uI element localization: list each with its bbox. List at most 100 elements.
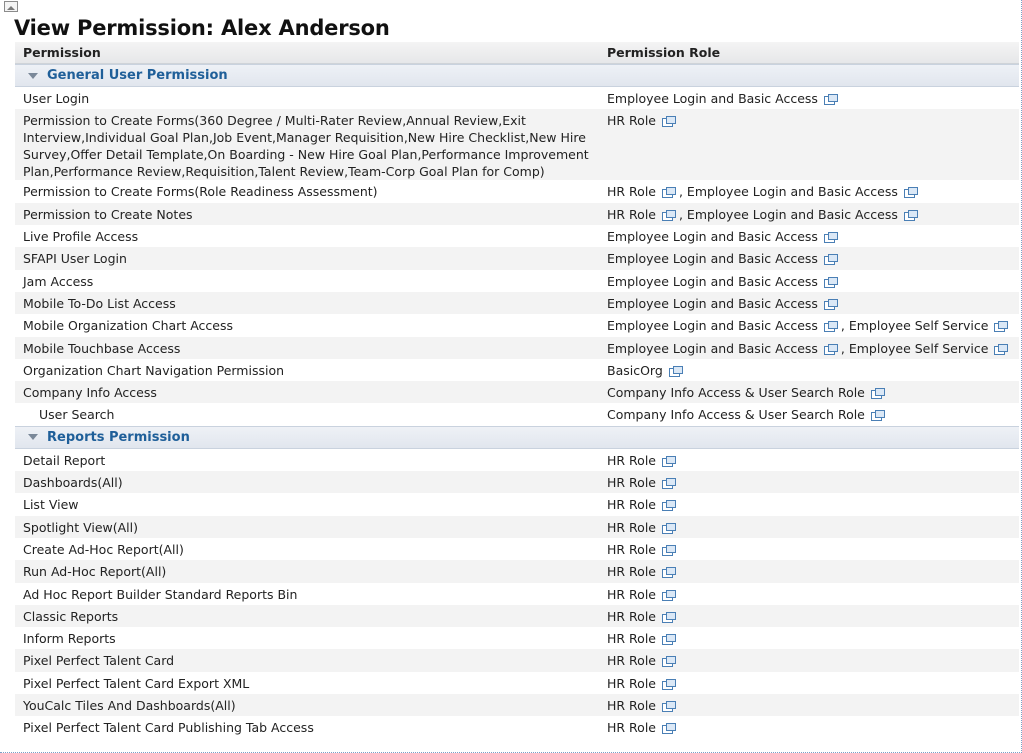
external-window-icon[interactable] (994, 321, 1009, 333)
external-window-icon[interactable] (662, 544, 676, 556)
external-window-icon[interactable] (823, 321, 838, 333)
collapse-triangle-icon[interactable] (28, 434, 38, 441)
role-link[interactable]: HR Role (607, 698, 656, 713)
table-header: Permission Permission Role (15, 42, 1019, 64)
permission-name: Mobile To-Do List Access (23, 295, 176, 311)
permission-name: Mobile Touchbase Access (23, 340, 181, 356)
permission-table: Permission Permission Role General User … (15, 42, 1019, 739)
external-window-icon[interactable] (903, 209, 918, 221)
permission-name: Jam Access (23, 273, 94, 289)
role-link[interactable]: Employee Login and Basic Access (607, 274, 818, 289)
role-link[interactable]: HR Role (607, 609, 656, 624)
role-link[interactable]: Employee Login and Basic Access (687, 207, 898, 222)
permission-name: SFAPI User Login (23, 251, 127, 267)
external-window-icon[interactable] (662, 589, 676, 601)
external-window-icon[interactable] (823, 276, 838, 288)
external-window-icon[interactable] (994, 343, 1009, 355)
external-window-icon[interactable] (662, 478, 676, 490)
permission-roles: Company Info Access & User Search Role (607, 407, 1019, 424)
role-link[interactable]: HR Role (607, 207, 656, 222)
external-window-icon[interactable] (662, 209, 676, 221)
role-link[interactable]: HR Role (607, 520, 656, 535)
role-link[interactable]: Employee Login and Basic Access (607, 91, 818, 106)
table-row: Pixel Perfect Talent Card HR Role (15, 649, 1019, 672)
permission-roles: Employee Login and Basic Access (607, 296, 1019, 313)
external-window-icon[interactable] (662, 723, 676, 735)
permission-name: Spotlight View(All) (23, 519, 139, 535)
table-row: Pixel Perfect Talent Card Export XML HR R… (15, 672, 1019, 694)
role-link[interactable]: HR Role (607, 184, 656, 199)
role-link[interactable]: HR Role (607, 475, 656, 490)
role-link[interactable]: HR Role (607, 113, 656, 128)
role-link[interactable]: HR Role (607, 564, 656, 579)
external-window-icon[interactable] (823, 298, 838, 310)
external-window-icon[interactable] (823, 232, 838, 244)
permission-name: Ad Hoc Report Builder Standard Reports B… (23, 586, 298, 602)
role-link[interactable]: Employee Login and Basic Access (687, 184, 898, 199)
external-window-icon[interactable] (662, 611, 676, 623)
external-window-icon[interactable] (662, 656, 676, 668)
role-link[interactable]: HR Role (607, 631, 656, 646)
table-row: Permission to Create Forms(360 Degree / … (15, 109, 1019, 181)
role-link[interactable]: BasicOrg (607, 363, 663, 378)
role-link[interactable]: HR Role (607, 676, 656, 691)
section-header[interactable]: Reports Permission (15, 425, 1019, 449)
external-window-icon[interactable] (662, 678, 676, 690)
permission-name: YouCalc Tiles And Dashboards(All) (23, 698, 236, 714)
permission-roles: Employee Login and Basic Access (607, 251, 1019, 268)
role-link[interactable]: HR Role (607, 497, 656, 512)
role-link[interactable]: HR Role (607, 653, 656, 668)
section-title[interactable]: General User Permission (47, 68, 228, 83)
external-window-icon[interactable] (823, 94, 838, 105)
page-title: View Permission: Alex Anderson (14, 16, 390, 40)
section-title[interactable]: Reports Permission (47, 430, 190, 445)
role-link[interactable]: HR Role (607, 720, 656, 735)
external-window-icon[interactable] (662, 701, 676, 713)
role-link[interactable]: Employee Self Service (849, 341, 989, 356)
external-window-icon[interactable] (823, 254, 838, 266)
table-row: Live Profile Access Employee Login and Ba… (15, 225, 1019, 247)
permission-name: Detail Report (23, 452, 106, 468)
external-window-icon[interactable] (903, 187, 918, 199)
external-window-icon[interactable] (870, 410, 885, 422)
role-link[interactable]: Employee Login and Basic Access (607, 296, 818, 311)
permission-name: Classic Reports (23, 608, 119, 624)
role-link[interactable]: HR Role (607, 587, 656, 602)
role-link[interactable]: Employee Login and Basic Access (607, 341, 818, 356)
permission-name: User Search (39, 407, 115, 423)
external-window-icon[interactable] (662, 634, 676, 646)
permission-name: Mobile Organization Chart Access (23, 318, 233, 334)
external-window-icon[interactable] (668, 365, 683, 377)
role-separator: , (836, 318, 849, 334)
external-window-icon[interactable] (662, 567, 676, 579)
role-link[interactable]: Company Info Access & User Search Role (607, 385, 865, 400)
permission-roles: HR Role (607, 676, 1019, 693)
external-window-icon[interactable] (662, 116, 676, 128)
role-link[interactable]: HR Role (607, 542, 656, 557)
external-window-icon[interactable] (823, 343, 838, 355)
collapse-triangle-icon[interactable] (28, 72, 38, 79)
table-row: List View HR Role (15, 493, 1019, 515)
role-link[interactable]: Employee Self Service (849, 318, 989, 333)
external-window-icon[interactable] (662, 500, 676, 512)
permission-roles: Employee Login and Basic Access (607, 274, 1019, 291)
permission-roles: HR Role (607, 520, 1019, 537)
role-link[interactable]: Employee Login and Basic Access (607, 229, 818, 244)
permission-name: Dashboards(All) (23, 475, 123, 491)
external-window-icon[interactable] (662, 455, 676, 467)
external-window-icon[interactable] (662, 187, 676, 199)
permission-roles: HR Role (607, 564, 1019, 581)
permission-name: User Login (23, 91, 90, 106)
external-window-icon[interactable] (662, 522, 676, 534)
role-link[interactable]: Company Info Access & User Search Role (607, 407, 865, 422)
permission-roles: Employee Login and Basic Access (607, 91, 1019, 108)
role-link[interactable]: Employee Login and Basic Access (607, 251, 818, 266)
table-row: Ad Hoc Report Builder Standard Reports B… (15, 583, 1019, 605)
role-link[interactable]: Employee Login and Basic Access (607, 318, 818, 333)
permission-name: Permission to Create Forms(360 Degree / … (23, 113, 589, 179)
role-link[interactable]: HR Role (607, 453, 656, 468)
table-row: Detail Report HR Role (15, 449, 1019, 471)
permission-name: Pixel Perfect Talent Card Export XML (23, 675, 250, 691)
external-window-icon[interactable] (870, 388, 885, 400)
section-header[interactable]: General User Permission (15, 64, 1019, 87)
